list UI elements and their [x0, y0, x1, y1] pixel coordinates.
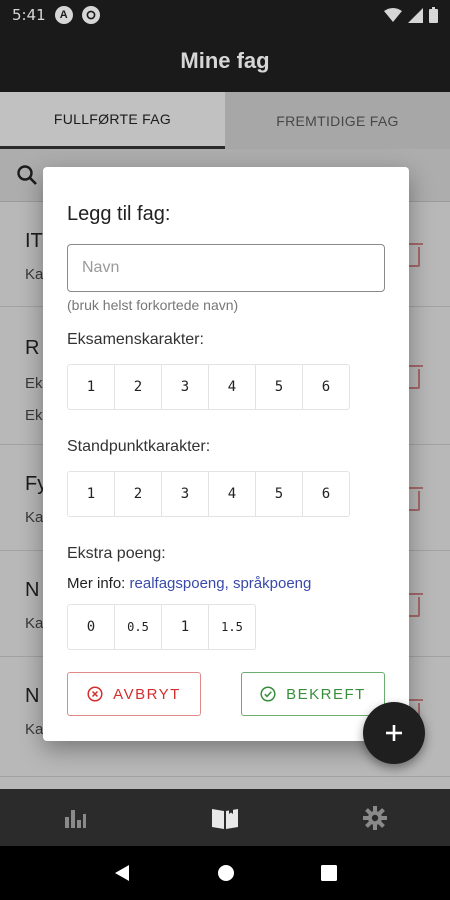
exam-grade-label: Eksamenskarakter: [67, 331, 204, 348]
confirm-button-label: BEKREFT [286, 685, 366, 703]
standpoint-grade-selector: 1 2 3 4 5 6 [67, 471, 350, 517]
course-name-input[interactable] [67, 244, 385, 292]
bar-chart-icon [65, 809, 86, 828]
sprakpoeng-link[interactable]: språkpoeng [233, 575, 311, 592]
exam-grade-option[interactable]: 3 [161, 364, 209, 410]
standpoint-grade-option[interactable]: 3 [161, 471, 209, 517]
extra-points-option[interactable]: 0 [67, 604, 115, 650]
exam-grade-option[interactable]: 2 [114, 364, 162, 410]
exam-grade-option[interactable]: 6 [302, 364, 350, 410]
more-info-prefix: Mer info: [67, 575, 130, 592]
exam-grade-selector: 1 2 3 4 5 6 [67, 364, 350, 410]
nav-settings[interactable] [345, 789, 405, 846]
bottom-navigation [0, 789, 450, 846]
extra-points-option[interactable]: 1 [161, 604, 209, 650]
nav-courses[interactable] [195, 789, 255, 846]
realfagspoeng-link[interactable]: realfagspoeng [130, 575, 225, 592]
dialog-title: Legg til fag: [67, 203, 171, 225]
recents-icon[interactable] [321, 865, 337, 881]
exam-grade-option[interactable]: 1 [67, 364, 115, 410]
exam-grade-option[interactable]: 4 [208, 364, 256, 410]
extra-points-option[interactable]: 1.5 [208, 604, 256, 650]
standpoint-grade-option[interactable]: 1 [67, 471, 115, 517]
home-icon[interactable] [217, 864, 235, 882]
standpoint-grade-option[interactable]: 4 [208, 471, 256, 517]
extra-points-selector: 0 0.5 1 1.5 [67, 604, 256, 650]
book-icon [212, 805, 238, 829]
standpoint-grade-label: Standpunktkarakter: [67, 438, 211, 455]
standpoint-grade-option[interactable]: 5 [255, 471, 303, 517]
standpoint-grade-option[interactable]: 2 [114, 471, 162, 517]
system-navigation [0, 846, 450, 900]
extra-points-option[interactable]: 0.5 [114, 604, 162, 650]
check-circle-icon [260, 686, 276, 702]
info-separator: , [224, 575, 233, 592]
standpoint-grade-option[interactable]: 6 [302, 471, 350, 517]
more-info-line: Mer info: realfagspoeng, språkpoeng [67, 575, 311, 592]
cancel-circle-icon [87, 686, 103, 702]
cancel-button[interactable]: AVBRYT [67, 672, 201, 716]
exam-grade-option[interactable]: 5 [255, 364, 303, 410]
confirm-button[interactable]: BEKREFT [241, 672, 385, 716]
nav-statistics[interactable] [45, 789, 105, 846]
plus-icon [386, 725, 402, 741]
cancel-button-label: AVBRYT [113, 685, 181, 703]
name-helper-text: (bruk helst forkortede navn) [67, 297, 239, 313]
extra-points-label: Ekstra poeng: [67, 545, 166, 562]
add-course-fab[interactable] [363, 702, 425, 764]
gear-icon [363, 805, 387, 830]
back-icon[interactable] [113, 864, 131, 882]
add-course-dialog: Legg til fag: (bruk helst forkortede nav… [43, 167, 409, 741]
